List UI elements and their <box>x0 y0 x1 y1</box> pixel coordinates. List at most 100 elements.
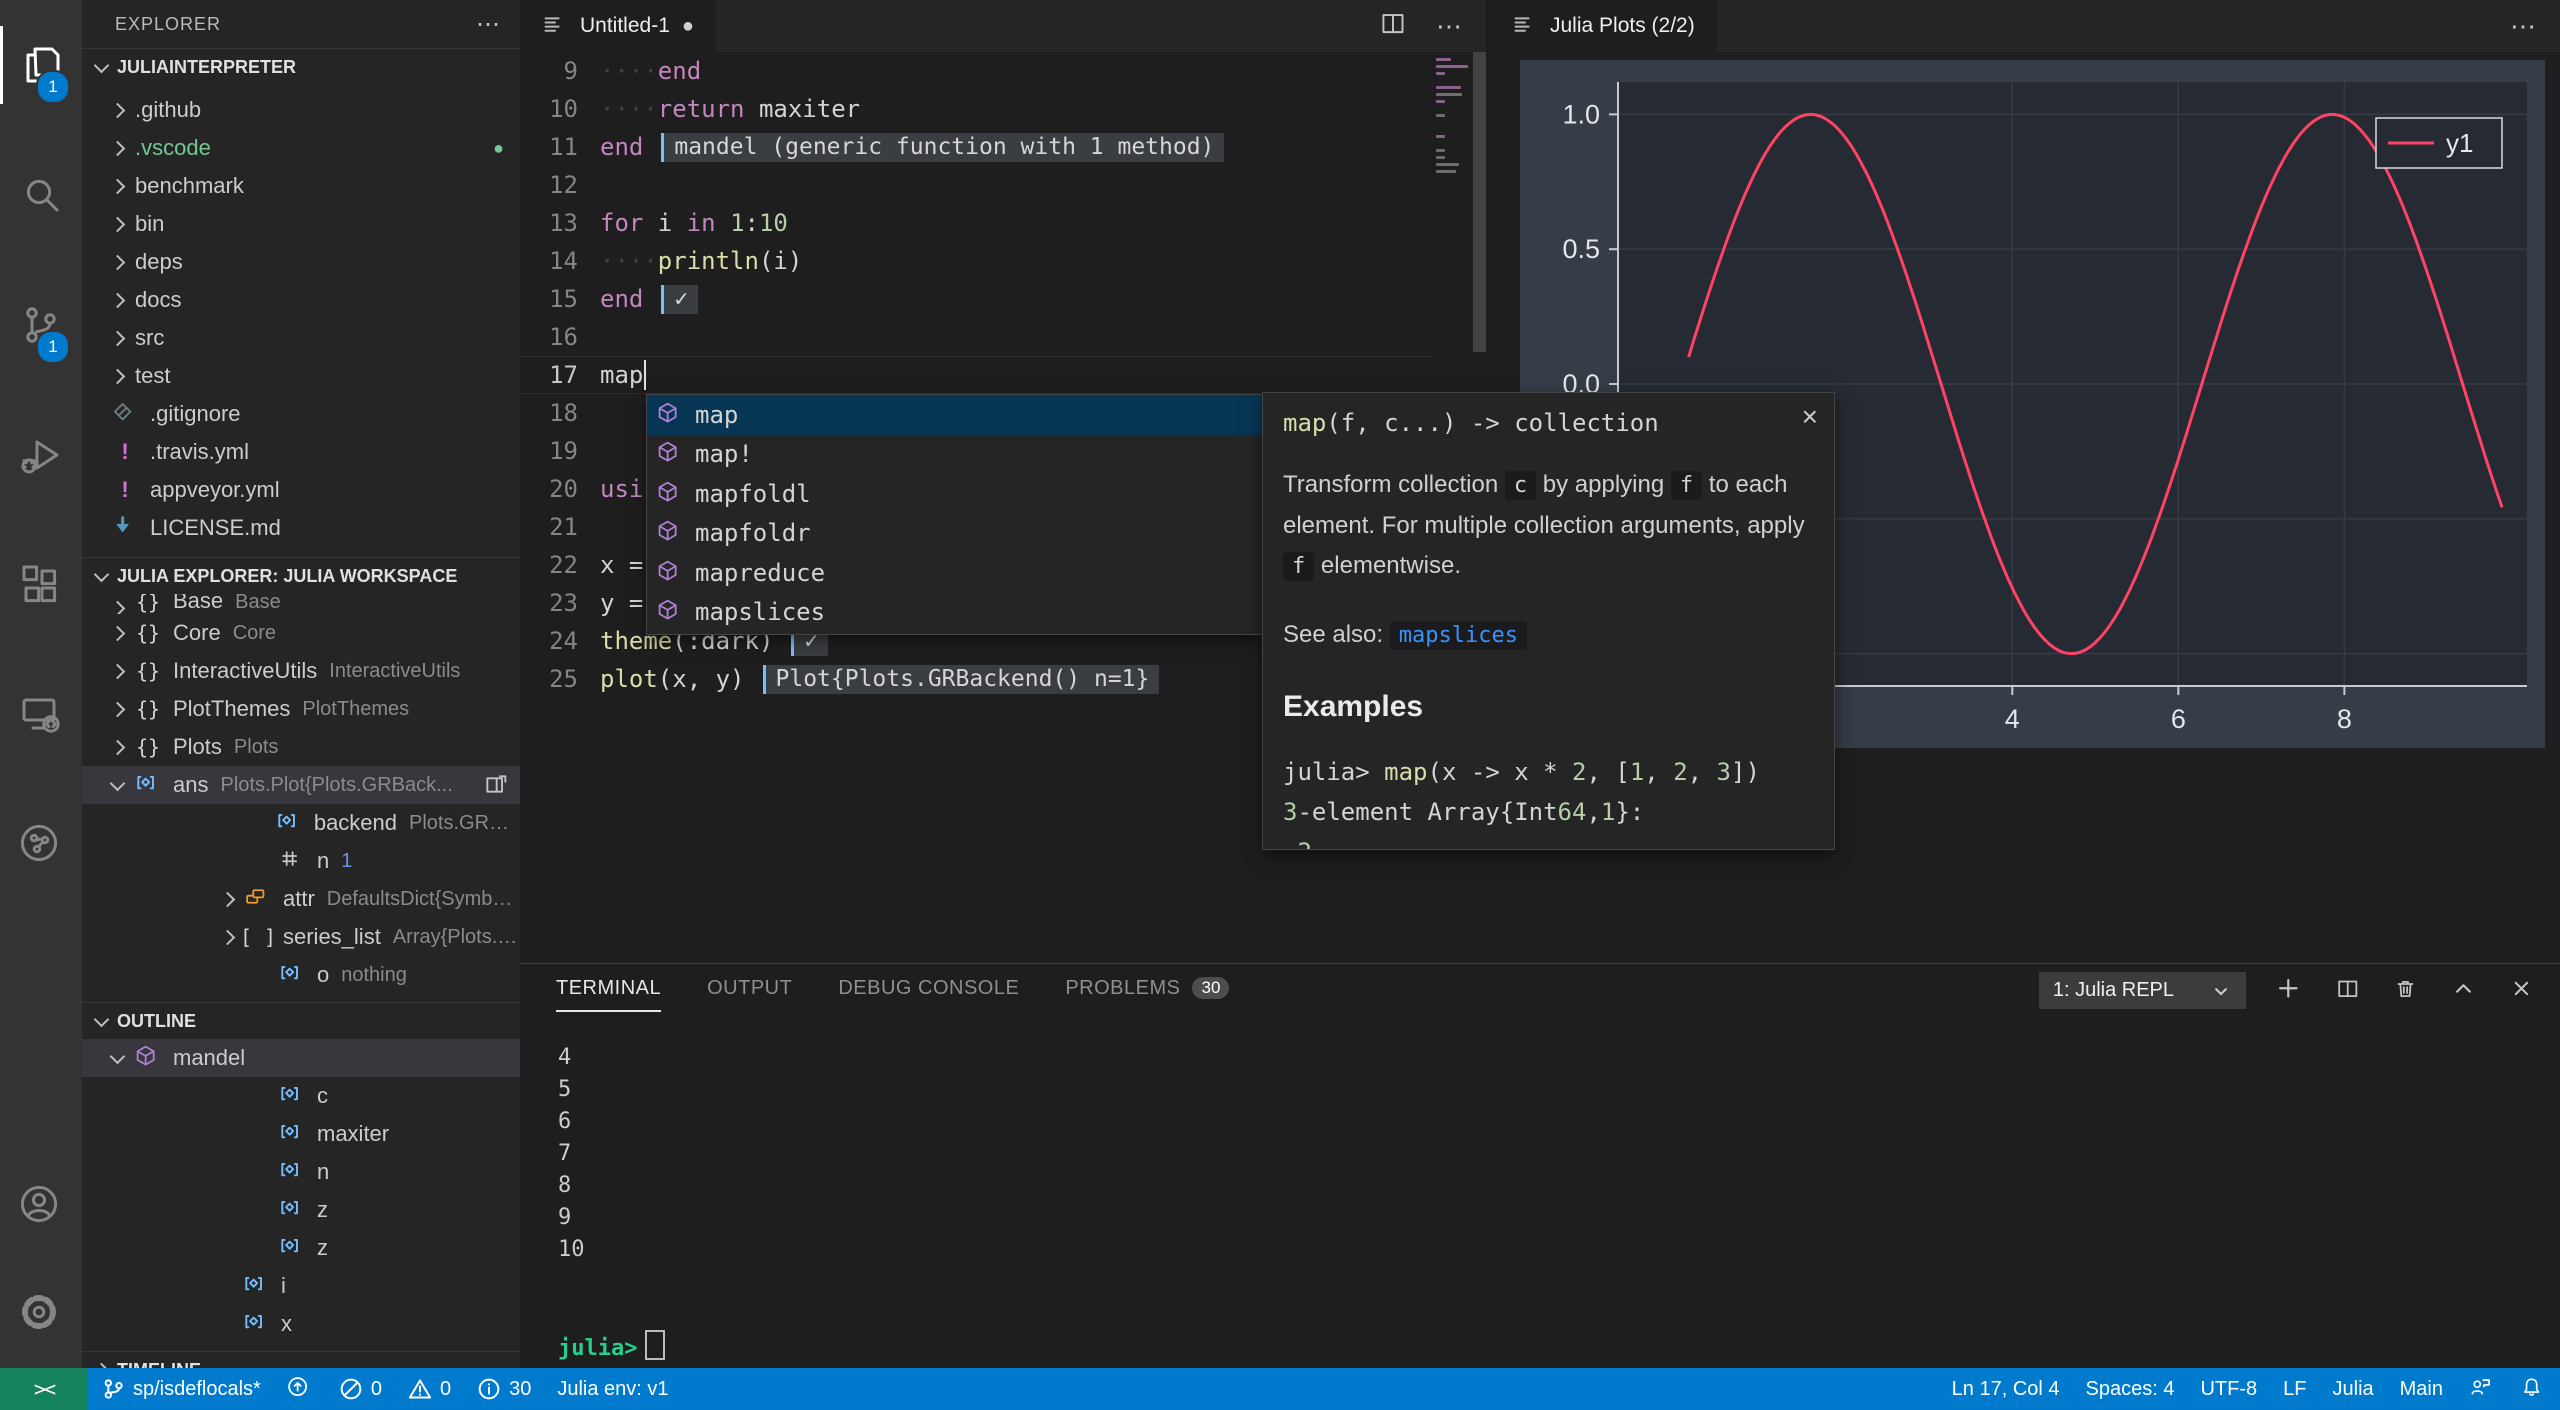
status-item[interactable]: 30 <box>464 1368 544 1410</box>
code-line[interactable]: 17 map <box>520 356 1432 394</box>
status-item[interactable]: 0 <box>395 1368 464 1410</box>
tree-row[interactable]: {} PlotThemes PlotThemes <box>82 690 520 728</box>
close-panel-icon[interactable] <box>2510 977 2538 1005</box>
code-line[interactable]: 11 end mandel (generic function with 1 met… <box>520 128 1432 166</box>
status-item[interactable]: UTF-8 <box>2187 1378 2270 1401</box>
tree-row[interactable]: test <box>82 357 520 395</box>
tree-row[interactable]: docs <box>82 281 520 319</box>
line-number[interactable]: 10 <box>520 95 578 123</box>
code-line[interactable]: 10 ···· return maxiter <box>520 90 1432 128</box>
activitybar-explorer[interactable]: 1 <box>0 0 82 130</box>
section-header-juliainterpreter[interactable]: JULIAINTERPRETER <box>82 48 520 85</box>
tree-row[interactable]: backend Plots.GRBackend() <box>82 804 520 842</box>
line-number[interactable]: 12 <box>520 171 578 199</box>
remote-indicator[interactable]: >< <box>0 1368 88 1410</box>
activitybar-remote-explorer[interactable] <box>0 650 82 780</box>
doc-link[interactable]: mapslices <box>1389 621 1527 650</box>
tree-row[interactable]: {} Core Core <box>82 614 520 652</box>
status-item[interactable]: Spaces: 4 <box>2073 1378 2188 1401</box>
code-line[interactable]: 13 for i in 1:10 <box>520 204 1432 242</box>
status-item[interactable]: Julia env: v1 <box>544 1368 681 1410</box>
code-line[interactable]: 16 <box>520 318 1432 356</box>
panel-tab-output[interactable]: OUTPUT <box>707 964 792 1012</box>
new-terminal-icon[interactable] <box>2276 976 2306 1006</box>
tree-row[interactable]: ! appveyor.yml <box>82 471 520 509</box>
tree-row[interactable]: o nothing <box>82 956 520 994</box>
tree-row[interactable]: .github <box>82 91 520 129</box>
section-header-workspace[interactable]: JULIA EXPLORER: JULIA WORKSPACE <box>82 557 520 594</box>
activitybar-accounts[interactable] <box>0 1152 82 1260</box>
activitybar-source-control[interactable]: 1 <box>0 260 82 390</box>
activitybar-extensions[interactable] <box>0 520 82 650</box>
line-number[interactable]: 11 <box>520 133 578 161</box>
code-line[interactable]: 14 ···· println (i) <box>520 242 1432 280</box>
suggest-item[interactable]: mapslices <box>647 593 1263 633</box>
tree-row[interactable]: .vscode ● <box>82 129 520 167</box>
tree-row[interactable]: {} Plots Plots <box>82 728 520 766</box>
tab-untitled-1[interactable]: Untitled-1 ● <box>520 0 716 52</box>
line-number[interactable]: 25 <box>520 665 578 693</box>
tree-row[interactable]: attr DefaultsDict{Symbol, A... <box>82 880 520 918</box>
line-number[interactable]: 13 <box>520 209 578 237</box>
status-item[interactable] <box>274 1368 326 1410</box>
panel-tab-terminal[interactable]: TERMINAL <box>556 964 661 1012</box>
maximize-panel-icon[interactable] <box>2452 977 2480 1005</box>
tree-row[interactable]: [ ]series_list Array{Plots.Seri... <box>82 918 520 956</box>
suggest-item[interactable]: mapfoldr <box>647 514 1263 554</box>
activitybar-search[interactable] <box>0 130 82 260</box>
split-terminal-icon[interactable] <box>2336 977 2364 1005</box>
tree-row[interactable]: z <box>82 1229 520 1267</box>
line-number[interactable]: 22 <box>520 551 578 579</box>
tree-row[interactable]: benchmark <box>82 167 520 205</box>
modified-dot-icon[interactable]: ● <box>682 15 694 38</box>
close-icon[interactable]: × <box>1802 403 1818 431</box>
tree-row[interactable]: src <box>82 319 520 357</box>
line-number[interactable]: 24 <box>520 627 578 655</box>
tree-row[interactable]: maxiter <box>82 1115 520 1153</box>
panel-tab-debug-console[interactable]: DEBUG CONSOLE <box>838 964 1019 1012</box>
plots-more-icon[interactable]: ⋯ <box>2510 11 2538 42</box>
status-item[interactable]: Ln 17, Col 4 <box>1939 1378 2073 1401</box>
code-line[interactable]: 12 <box>520 166 1432 204</box>
suggest-item[interactable]: map! <box>647 435 1263 475</box>
line-number[interactable]: 20 <box>520 475 578 503</box>
tree-row[interactable]: .gitignore <box>82 395 520 433</box>
suggest-item[interactable]: mapreduce <box>647 553 1263 593</box>
line-number[interactable]: 14 <box>520 247 578 275</box>
section-header-timeline[interactable]: TIMELINE <box>82 1351 520 1368</box>
status-item[interactable] <box>2456 1376 2508 1402</box>
status-item[interactable]: Julia <box>2320 1378 2387 1401</box>
status-item[interactable]: LF <box>2270 1378 2319 1401</box>
panel-tab-problems[interactable]: PROBLEMS 30 <box>1065 964 1230 1012</box>
tree-row[interactable]: {} InteractiveUtils InteractiveUtils <box>82 652 520 690</box>
tree-row[interactable]: ! .travis.yml <box>82 433 520 471</box>
tree-row[interactable]: z <box>82 1191 520 1229</box>
kill-terminal-icon[interactable] <box>2394 977 2422 1005</box>
activitybar-settings[interactable] <box>0 1260 82 1368</box>
tree-row[interactable]: x <box>82 1305 520 1343</box>
activitybar-run-debug[interactable] <box>0 390 82 520</box>
line-number[interactable]: 19 <box>520 437 578 465</box>
terminal-select[interactable]: 1: Julia REPL <box>2038 972 2246 1009</box>
minimap[interactable] <box>1434 52 1470 432</box>
editor-scrollbar[interactable] <box>1473 52 1486 352</box>
tree-row[interactable]: i <box>82 1267 520 1305</box>
terminal-output[interactable]: 4 5 6 7 8 9 10 julia> <box>558 1042 2540 1361</box>
tree-row[interactable]: deps <box>82 243 520 281</box>
tab-julia-plots[interactable]: Julia Plots (2/2) <box>1490 0 1717 52</box>
tree-row[interactable]: LICENSE.md <box>82 509 520 547</box>
suggest-item[interactable]: mapfoldl <box>647 474 1263 514</box>
line-number[interactable]: 16 <box>520 323 578 351</box>
tree-row[interactable]: {} Base Base <box>82 594 520 614</box>
status-item[interactable] <box>2508 1376 2560 1402</box>
line-number[interactable]: 18 <box>520 399 578 427</box>
code-line[interactable]: 15 end ✓ <box>520 280 1432 318</box>
line-number[interactable]: 17 <box>520 361 578 389</box>
suggest-item[interactable]: map <box>647 395 1263 435</box>
line-number[interactable]: 23 <box>520 589 578 617</box>
tree-row[interactable]: n1 <box>82 842 520 880</box>
tree-row[interactable]: ans Plots.Plot{Plots.GRBack... <box>82 766 520 804</box>
tree-row[interactable]: mandel <box>82 1039 520 1077</box>
activitybar-julia[interactable] <box>0 780 82 910</box>
tree-row[interactable]: n <box>82 1153 520 1191</box>
